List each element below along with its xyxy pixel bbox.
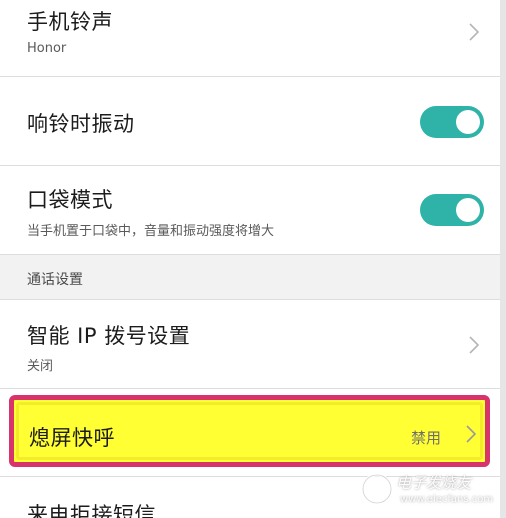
pocket-mode-toggle[interactable] [420, 194, 484, 226]
smart-ip-dialing-value: 关闭 [27, 359, 54, 374]
screen-off-quick-call-highlight[interactable]: 熄屏快呼 禁用 [9, 395, 490, 467]
smart-ip-dialing-title: 智能 IP 拨号设置 [27, 324, 191, 348]
pocket-mode-title: 口袋模式 [27, 188, 113, 212]
screen-off-quick-call-title: 熄屏快呼 [29, 426, 115, 450]
vibrate-on-ring-toggle[interactable] [420, 106, 484, 138]
ringtone-title: 手机铃声 [27, 10, 113, 34]
chevron-right-icon [468, 335, 480, 355]
watermark-logo-icon [361, 473, 393, 505]
watermark: 电子发烧友 www.elecfans.com [360, 462, 500, 518]
watermark-text: 电子发烧友 [396, 474, 472, 492]
toggle-knob [456, 198, 480, 222]
call-settings-section-header: 通话设置 [0, 255, 500, 299]
ringtone-value: Honor [27, 41, 67, 56]
smart-ip-dialing-row[interactable]: 智能 IP 拨号设置 关闭 [0, 300, 500, 388]
right-gutter [500, 0, 506, 518]
screen-off-quick-call-value: 禁用 [411, 429, 442, 447]
toggle-knob [456, 110, 480, 134]
vibrate-on-ring-title: 响铃时振动 [27, 112, 135, 136]
chevron-right-icon [465, 424, 477, 444]
section-header-label: 通话设置 [27, 272, 83, 288]
chevron-right-icon [468, 22, 480, 42]
vibrate-on-ring-row: 响铃时振动 [0, 77, 500, 165]
pocket-mode-description: 当手机置于口袋中，音量和振动强度将增大 [27, 224, 275, 239]
reject-sms-title: 来电拒接短信 [27, 503, 156, 518]
ringtone-row[interactable]: 手机铃声 Honor [0, 0, 500, 76]
settings-screen: 手机铃声 Honor 响铃时振动 口袋模式 当手机置于口袋中，音量和振动强度将增… [0, 0, 500, 518]
watermark-url: www.elecfans.com [400, 494, 494, 505]
pocket-mode-row: 口袋模式 当手机置于口袋中，音量和振动强度将增大 [0, 166, 500, 254]
